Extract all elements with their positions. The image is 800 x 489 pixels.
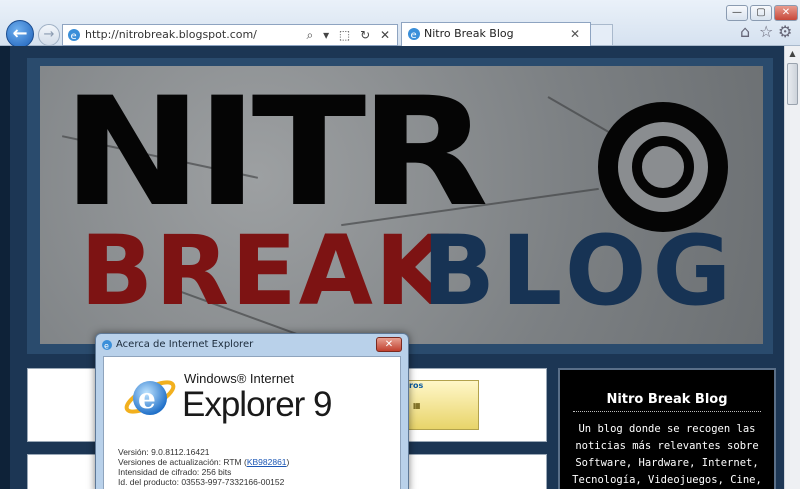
sidebar-divider: [573, 411, 761, 412]
scroll-thumb[interactable]: [787, 63, 798, 105]
banner-title-break: BREAK: [80, 215, 452, 327]
product-id-line: Id. del producto: 03553-997-7332166-0015…: [118, 477, 285, 487]
banner-image: NITR BREAK BLOG: [40, 66, 763, 344]
svg-text:e: e: [104, 342, 109, 351]
updates-line: Versiones de actualización: RTM (KB98286…: [118, 457, 290, 467]
banner-title-blog: BLOG: [422, 215, 738, 327]
tab-nitro-break-blog[interactable]: e Nitro Break Blog ✕: [401, 22, 591, 46]
back-button[interactable]: ←: [6, 20, 34, 48]
version-info: Versión: 9.0.8112.16421 Versiones de act…: [118, 447, 289, 487]
dialog-body: e Windows® Internet Explorer 9 Versión: …: [103, 356, 401, 489]
ie-icon: e: [102, 340, 112, 351]
blog-header-banner[interactable]: NITR BREAK BLOG: [27, 58, 773, 354]
tab-close-icon[interactable]: ✕: [570, 23, 580, 45]
address-url[interactable]: http://nitrobreak.blogspot.com/: [85, 25, 257, 45]
scroll-up-icon[interactable]: ▲: [785, 46, 800, 62]
forward-button[interactable]: →: [38, 24, 60, 46]
kb-link[interactable]: KB982861: [247, 457, 287, 467]
vertical-scrollbar[interactable]: ▲: [784, 46, 800, 489]
sidebar-description: Un blog donde se recogen las noticias má…: [572, 423, 762, 486]
tab-title: Nitro Break Blog: [424, 27, 514, 40]
new-tab-button[interactable]: [591, 24, 613, 46]
svg-text:e: e: [411, 30, 417, 41]
svg-text:e: e: [71, 31, 77, 42]
ie-page-icon: e: [68, 29, 80, 42]
dialog-title: Acerca de Internet Explorer: [116, 339, 254, 350]
browser-toolbar: ← → e http://nitrobreak.blogspot.com/ ⌕ …: [0, 0, 800, 48]
address-tools[interactable]: ⌕ ▾ ⬚ ↻ ✕: [307, 25, 393, 45]
address-bar[interactable]: e http://nitrobreak.blogspot.com/ ⌕ ▾ ⬚ …: [62, 24, 398, 46]
about-ie-dialog: e Acerca de Internet Explorer ✕ e Window…: [95, 333, 409, 489]
sidebar-title: Nitro Break Blog: [606, 392, 728, 407]
banner-title-nitro: NITR: [62, 66, 489, 240]
brand-windows-internet: Windows® Internet: [184, 371, 295, 386]
home-icon[interactable]: ⌂: [740, 22, 750, 41]
ie-logo-icon: e: [124, 380, 176, 415]
maximize-button[interactable]: ▢: [750, 5, 772, 21]
sidebar-about-widget: Nitro Break Blog Un blog donde se recoge…: [558, 368, 776, 489]
ad-label: ros: [409, 381, 424, 390]
svg-text:e: e: [138, 382, 156, 415]
favorites-icon[interactable]: ☆: [759, 22, 773, 41]
minimize-button[interactable]: —: [726, 5, 748, 21]
tools-gear-icon[interactable]: ⚙: [778, 22, 792, 41]
dialog-close-button[interactable]: ✕: [376, 337, 402, 352]
ie-page-icon: e: [408, 28, 420, 41]
cipher-line: Intensidad de cifrado: 256 bits: [118, 467, 232, 477]
ad-banner[interactable]: ros ▦: [408, 380, 479, 430]
close-window-button[interactable]: ✕: [774, 5, 798, 21]
version-line: Versión: 9.0.8112.16421: [118, 447, 210, 457]
banner-o-wheel: [598, 102, 728, 232]
brand-explorer-9: Explorer 9: [182, 385, 333, 424]
